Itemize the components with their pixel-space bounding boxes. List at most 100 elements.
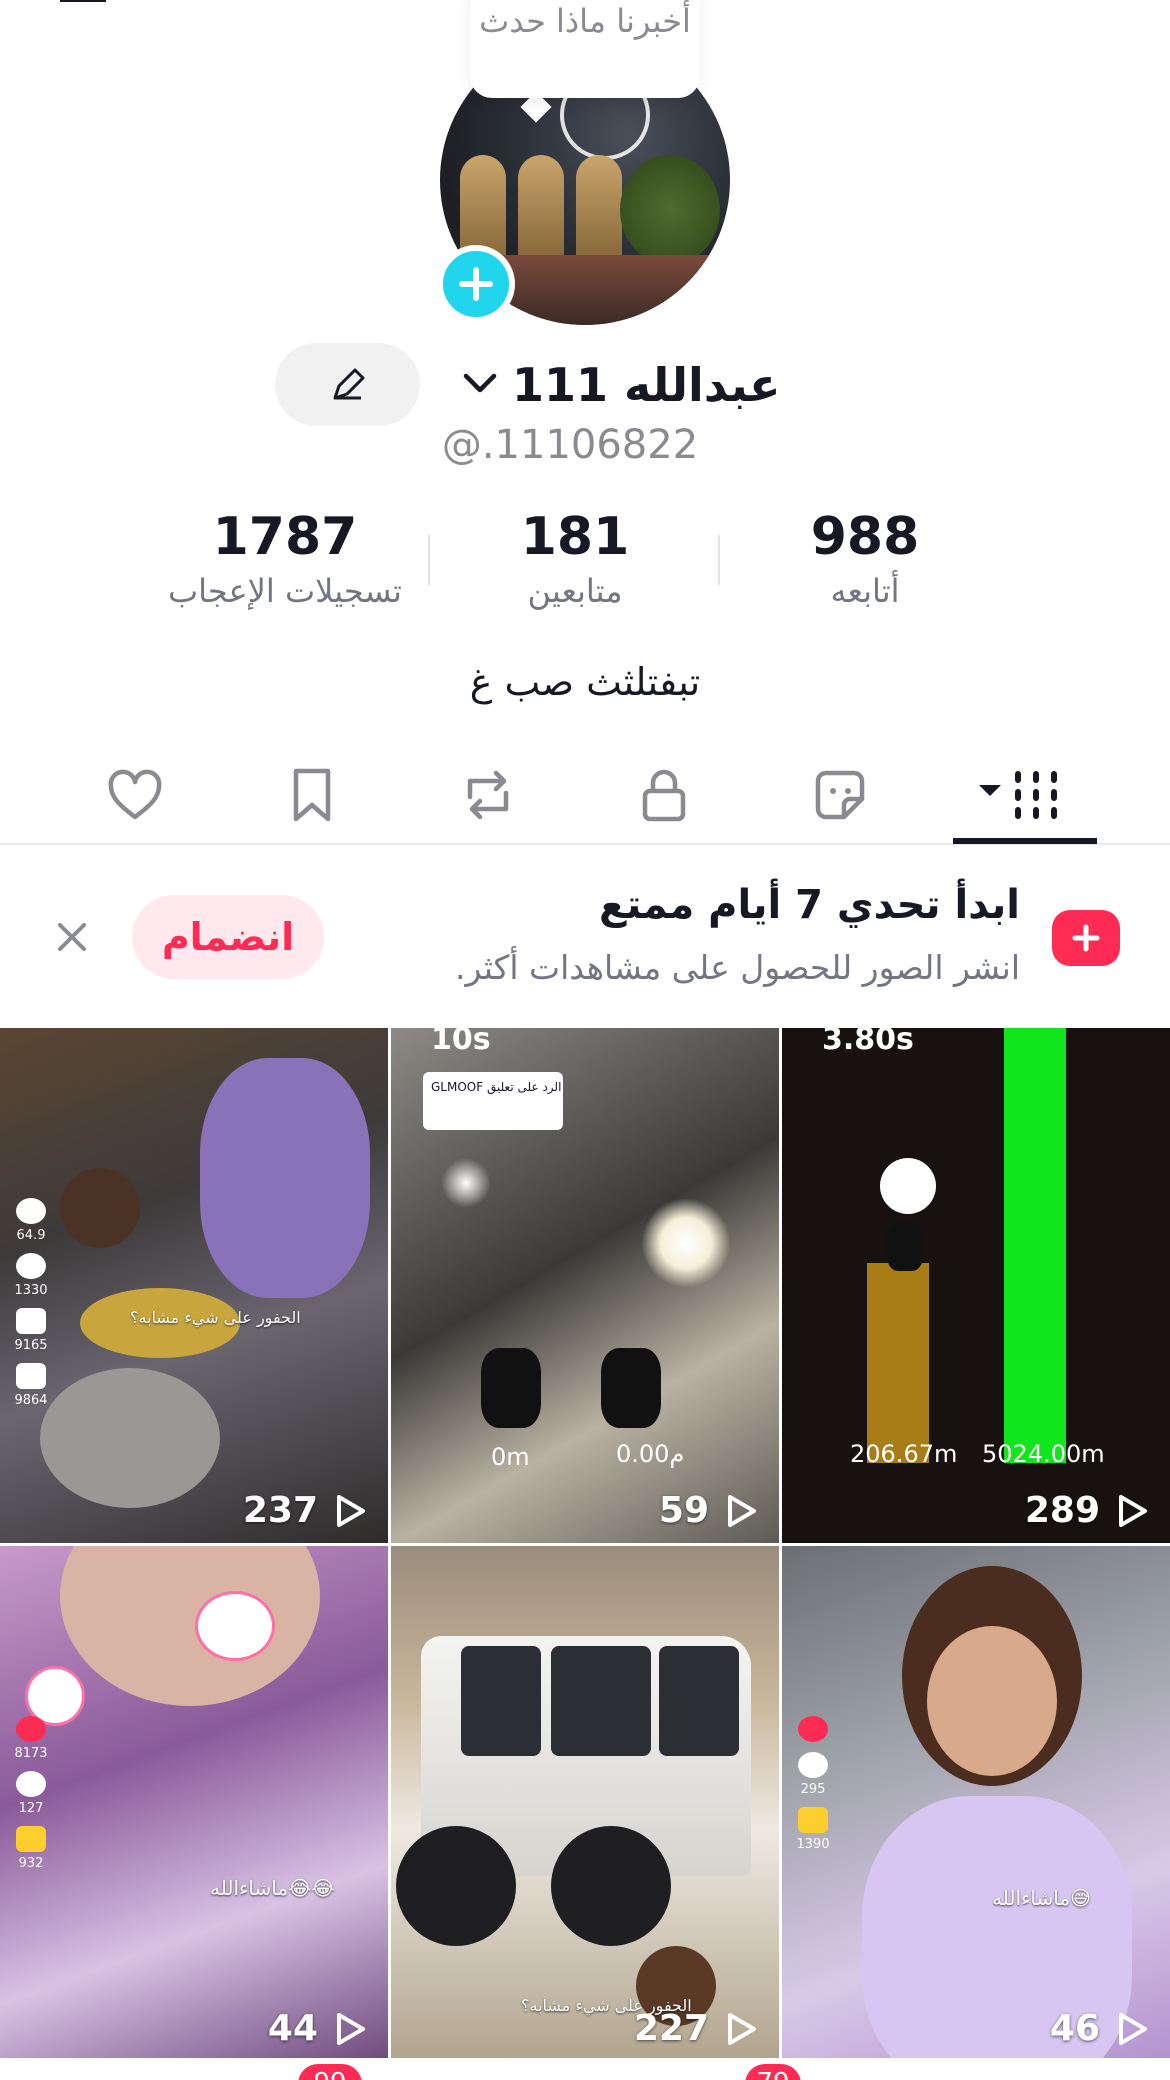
pencil-icon: [333, 368, 364, 399]
video-timer: 10s: [431, 1028, 491, 1057]
view-count: 289: [1025, 1490, 1150, 1531]
view-count-value: 237: [242, 1490, 318, 1531]
thumb-decor: [481, 1348, 541, 1428]
add-story-button[interactable]: [437, 245, 515, 323]
stat-label: تسجيلات الإعجاب: [168, 572, 402, 610]
tab-stickers[interactable]: [800, 755, 880, 835]
save-count: 932: [18, 1856, 44, 1871]
bottom-navigation: 99 79: [0, 2058, 1170, 2080]
tab-reposts[interactable]: [448, 755, 528, 835]
thumb-decor: [887, 1223, 923, 1271]
car-decor: [551, 1826, 671, 1946]
close-icon[interactable]: [50, 915, 94, 959]
video-thumbnail[interactable]: 10s GLMOOF الرد على تعليق 0m 0.00م 59: [391, 1028, 779, 1543]
tab-favorites[interactable]: [272, 755, 352, 835]
car-decor: [659, 1646, 739, 1756]
stat-label: متابعين: [527, 572, 623, 610]
comment-count: 127: [18, 1801, 44, 1816]
car-decor: [551, 1646, 651, 1756]
stat-likes[interactable]: 1787 تسجيلات الإعجاب: [140, 505, 430, 615]
distance-right: 0.00م: [616, 1440, 685, 1468]
thumb-decor: [60, 1546, 320, 1706]
create-post-icon[interactable]: [1052, 910, 1120, 966]
view-count: 237: [243, 1490, 368, 1531]
account-switcher[interactable]: عبدالله 111: [460, 350, 781, 420]
comment-count: 1330: [14, 1283, 48, 1298]
stat-followers[interactable]: 181 متابعين: [430, 505, 720, 615]
distance-left: 206.67m: [850, 1440, 958, 1468]
save-count: 1390: [796, 1837, 830, 1852]
play-icon: [1119, 2012, 1147, 2045]
tab-liked[interactable]: [95, 755, 175, 835]
car-decor: [396, 1826, 516, 1946]
video-thumbnail[interactable]: 3.80s 206.67m 5024.00m 289: [782, 1028, 1170, 1543]
chevron-down-icon[interactable]: [460, 363, 500, 407]
video-overlay-text: ماشاءالله😅: [992, 1886, 1091, 1910]
play-icon: [728, 1494, 756, 1527]
video-side-stats: 295 1390: [792, 1706, 834, 1852]
video-thumbnail[interactable]: الحفور على شيء مشابه؟ 227: [391, 1546, 779, 2061]
heart-icon: [798, 1716, 828, 1742]
active-tab-indicator: [953, 838, 1097, 844]
plus-icon: [459, 267, 493, 301]
flag-avatar: [880, 1158, 936, 1214]
bookmark-icon: [798, 1807, 828, 1833]
grid-icon: [979, 771, 1057, 819]
comment-icon: [16, 1771, 46, 1797]
view-count: 46: [1050, 2008, 1150, 2049]
video-thumbnail[interactable]: الحفور على شيء مشابه؟ 64.9 1330 9165 986…: [0, 1028, 388, 1543]
video-side-stats: 64.9 1330 9165 9864: [10, 1188, 52, 1408]
tab-videos[interactable]: [975, 755, 1075, 835]
car-decor: [461, 1646, 541, 1756]
view-count-value: 46: [1049, 2008, 1100, 2049]
stat-following[interactable]: 988 أتابعه: [720, 505, 1010, 615]
heart-icon: [108, 769, 162, 820]
comment-icon: [16, 1253, 46, 1279]
profile-tabs: [0, 745, 1170, 845]
challenge-banner: ابدأ تحدي 7 أيام ممتع انشر الصور للحصول …: [0, 860, 1170, 1010]
video-overlay-text: الحفور على شيء مشابه؟: [130, 1308, 301, 1327]
challenge-subtitle: انشر الصور للحصول على مشاهدات أكثر.: [455, 948, 1020, 987]
status-tooltip[interactable]: أخبرنا ماذا حدث: [470, 0, 700, 98]
thumb-decor: [441, 1158, 491, 1208]
play-icon: [1119, 1494, 1147, 1527]
stat-value: 988: [810, 507, 920, 567]
stat-value: 1787: [212, 507, 358, 567]
avatar-decor: [620, 155, 720, 265]
edit-profile-button[interactable]: [275, 343, 420, 426]
tab-private[interactable]: [624, 755, 704, 835]
video-thumbnail[interactable]: ماشاءالله😅 295 1390 46: [782, 1546, 1170, 2061]
heart-icon: [16, 1716, 46, 1742]
like-count: 64.9: [16, 1228, 46, 1243]
notification-badge: 99: [298, 2064, 362, 2080]
notification-badge: 79: [745, 2064, 801, 2080]
lock-icon: [642, 769, 686, 822]
menu-icon[interactable]: [60, 0, 106, 2]
view-count: 44: [268, 2008, 368, 2049]
comment-count: 295: [800, 1782, 826, 1797]
view-count-value: 44: [267, 2008, 318, 2049]
username-handle: @.11106822: [441, 422, 699, 468]
distance-left: 0m: [491, 1443, 530, 1471]
comment-reply-chip: GLMOOF الرد على تعليق: [423, 1072, 563, 1130]
sticker-decor: [195, 1591, 275, 1661]
share-count: 9864: [14, 1393, 48, 1408]
view-count: 59: [659, 1490, 759, 1531]
video-side-stats: 8173 127 932: [10, 1706, 52, 1871]
stat-label: أتابعه: [830, 572, 900, 610]
distance-right: 5024.00m: [982, 1440, 1105, 1468]
distance-bar-gold: [867, 1263, 929, 1463]
video-grid: الحفور على شيء مشابه؟ 64.9 1330 9165 986…: [0, 1028, 1170, 2080]
comment-icon: [798, 1752, 828, 1778]
profile-bio: تبفتلثث صب غ: [469, 660, 701, 704]
thumb-decor: [60, 1168, 140, 1248]
play-icon: [337, 2012, 365, 2045]
stat-value: 181: [520, 507, 630, 567]
view-count-value: 289: [1024, 1490, 1100, 1531]
distance-bar-green: [1004, 1028, 1066, 1463]
play-icon: [728, 2012, 756, 2045]
profile-stats: 1787 تسجيلات الإعجاب 181 متابعين 988 أتا…: [140, 505, 1010, 615]
video-thumbnail[interactable]: ماشاءالله😂😂 8173 127 932 44: [0, 1546, 388, 2061]
save-count: 9165: [14, 1338, 48, 1353]
join-challenge-button[interactable]: انضمام: [132, 895, 324, 979]
